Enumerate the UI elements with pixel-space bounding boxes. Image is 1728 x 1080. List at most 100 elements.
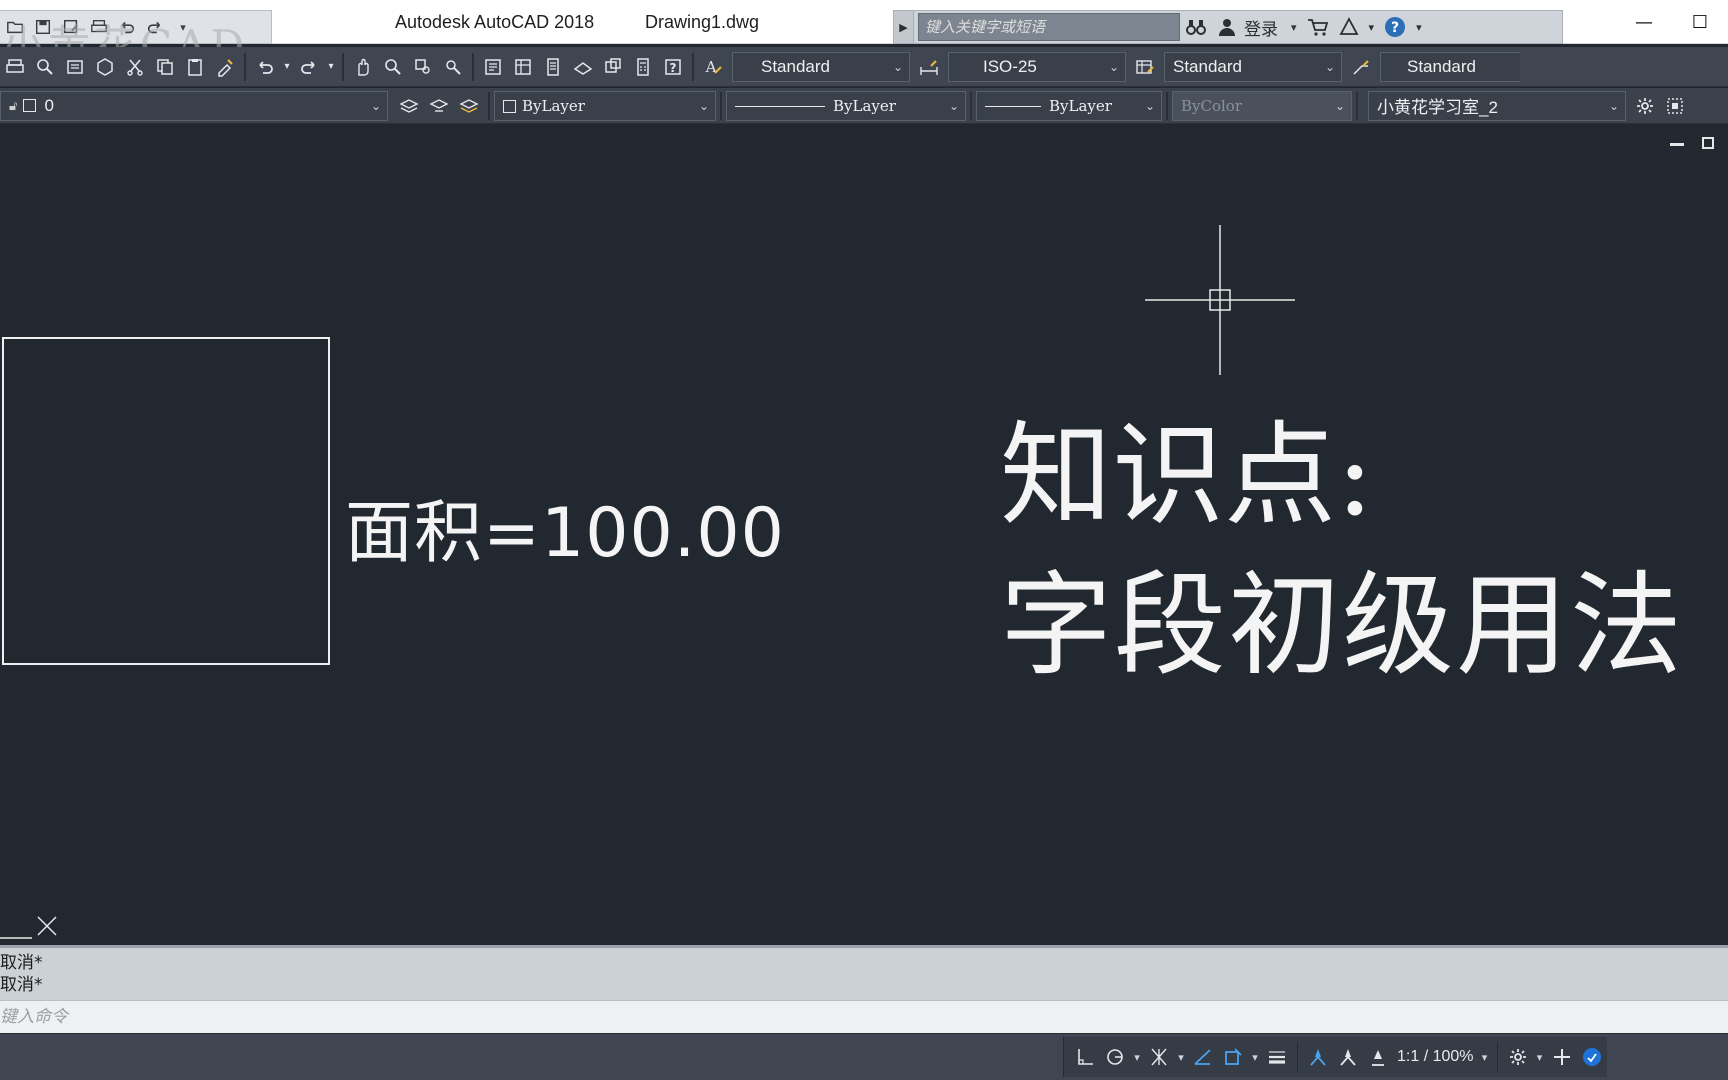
text-style-value: Standard [761,56,830,76]
undo-icon[interactable] [116,16,138,38]
lineweight-display-icon[interactable] [1262,1040,1292,1074]
sheet-set-icon[interactable] [568,52,598,82]
plot-icon[interactable] [88,16,110,38]
polar-dropdown-icon[interactable]: ▾ [1130,1051,1144,1064]
lineweight-value: ByLayer [1049,96,1112,115]
status-separator [1297,1042,1298,1072]
tool-palettes-icon[interactable] [538,52,568,82]
redo-toolbar-icon[interactable] [294,52,324,82]
maximize-icon[interactable]: ☐ [1672,0,1728,44]
chevron-down-icon: ⌄ [698,98,709,113]
knowledge-point-title[interactable]: 知识点: [1000,420,1374,532]
isodraft-icon[interactable] [1144,1040,1174,1074]
annotation-scale-icon[interactable] [1363,1040,1393,1074]
command-input[interactable] [0,1002,1728,1032]
standard-toolbar: ▾ ▾ ? A Standard ⌄ ISO-25 ⌄ Standard ⌄ Stan… [0,47,1728,87]
window-controls: — ☐ [1568,0,1728,44]
save-icon[interactable] [32,16,54,38]
isolate-objects-icon[interactable] [1577,1040,1607,1074]
help-dropdown-icon[interactable]: ▾ [1411,11,1427,43]
polar-tracking-icon[interactable] [1100,1040,1130,1074]
scale-dropdown-icon[interactable]: ▾ [1478,1051,1492,1064]
redo-icon[interactable] [144,16,166,38]
copy-icon[interactable] [150,52,180,82]
binoculars-icon[interactable] [1180,11,1212,43]
pan-icon[interactable] [348,52,378,82]
search-input[interactable] [918,13,1180,41]
toolbar-separator [472,52,474,81]
table-style-icon[interactable] [1130,52,1160,82]
annotation-scale-value[interactable]: 1:1 / 100% [1397,1048,1474,1066]
dim-style-icon[interactable] [914,52,944,82]
text-style-icon[interactable]: A [698,52,728,82]
customize-qat-icon[interactable]: ▾ [172,16,194,38]
multileader-style-icon[interactable] [1346,52,1376,82]
make-current-layer-icon[interactable] [394,91,424,121]
color-value-wrap: ByLayer [503,97,585,115]
object-snap-dropdown-icon[interactable]: ▾ [1248,1051,1262,1064]
zoom-previous-icon[interactable] [438,52,468,82]
dim-style-select[interactable]: ISO-25 ⌄ [948,51,1126,82]
svg-text:?: ? [670,61,677,75]
search-expand-icon[interactable]: ▶ [894,11,914,43]
table-style-select[interactable]: Standard ⌄ [1164,51,1342,82]
plot-preview-icon[interactable] [30,52,60,82]
user-icon[interactable] [1212,11,1242,43]
cart-icon[interactable] [1302,11,1334,43]
multileader-style-value: Standard [1407,56,1476,76]
workspace-switch-icon[interactable] [1503,1040,1533,1074]
cut-icon[interactable] [120,52,150,82]
sign-in-dropdown-icon[interactable]: ▾ [1286,11,1302,43]
text-style-select[interactable]: Standard ⌄ [732,51,910,82]
object-snap-tracking-icon[interactable] [1188,1040,1218,1074]
linetype-preview [735,106,825,107]
plot-toolbar-icon[interactable] [0,52,30,82]
minimize-icon[interactable]: — [1616,0,1672,44]
help-toolbar-icon[interactable]: ? [658,52,688,82]
linetype-select[interactable]: ByLayer ⌄ [726,90,966,121]
ucs-icon [0,916,57,939]
undo-dropdown-icon[interactable]: ▾ [280,52,294,82]
3d-print-icon[interactable] [90,52,120,82]
object-snap-icon[interactable] [1218,1040,1248,1074]
design-center-icon[interactable] [508,52,538,82]
layer-states-icon[interactable] [454,91,484,121]
lineweight-select[interactable]: ByLayer ⌄ [976,90,1162,121]
zoom-window-icon[interactable] [408,52,438,82]
match-properties-icon[interactable] [210,52,240,82]
calculator-icon[interactable] [628,52,658,82]
knowledge-point-topic[interactable]: 字段初级用法 [1000,570,1684,682]
a360-dropdown-icon[interactable]: ▾ [1364,11,1380,43]
save-as-icon[interactable] [60,16,82,38]
ortho-icon[interactable] [1070,1040,1100,1074]
paste-icon[interactable] [180,52,210,82]
sign-in-link[interactable]: 登录 [1244,15,1278,40]
quick-access-toolbar: ▾ [0,10,272,44]
workspace-dropdown-icon[interactable]: ▾ [1533,1051,1547,1064]
area-field-text[interactable]: 面积=100.00 [345,477,785,576]
publish-icon[interactable] [60,52,90,82]
workspace-settings-icon[interactable] [1630,91,1660,121]
markup-icon[interactable] [598,52,628,82]
help-icon[interactable]: ? [1379,11,1411,43]
annotation-monitor-icon[interactable] [1547,1040,1577,1074]
toolbar-separator [1166,91,1168,120]
workspace-select[interactable]: 小黄花学习室_2 ⌄ [1368,90,1626,121]
toolbar-separator [488,91,490,120]
color-select[interactable]: ByLayer ⌄ [494,90,716,121]
drawing-canvas[interactable]: 面积=100.00 知识点: 字段初级用法 [0,125,1728,945]
multileader-style-select[interactable]: Standard [1380,51,1520,82]
layer-select[interactable]: 🔓︎ 0 ⌄ [0,90,388,121]
zoom-realtime-icon[interactable] [378,52,408,82]
annotation-visibility-icon[interactable] [1303,1040,1333,1074]
auto-scale-icon[interactable] [1333,1040,1363,1074]
open-file-icon[interactable] [4,16,26,38]
undo-toolbar-icon[interactable] [250,52,280,82]
clean-screen-icon[interactable] [1660,91,1690,121]
square-shape[interactable] [2,337,330,665]
a360-icon[interactable] [1334,11,1364,43]
redo-dropdown-icon[interactable]: ▾ [324,52,338,82]
layer-previous-icon[interactable] [424,91,454,121]
properties-icon[interactable] [478,52,508,82]
isodraft-dropdown-icon[interactable]: ▾ [1174,1051,1188,1064]
